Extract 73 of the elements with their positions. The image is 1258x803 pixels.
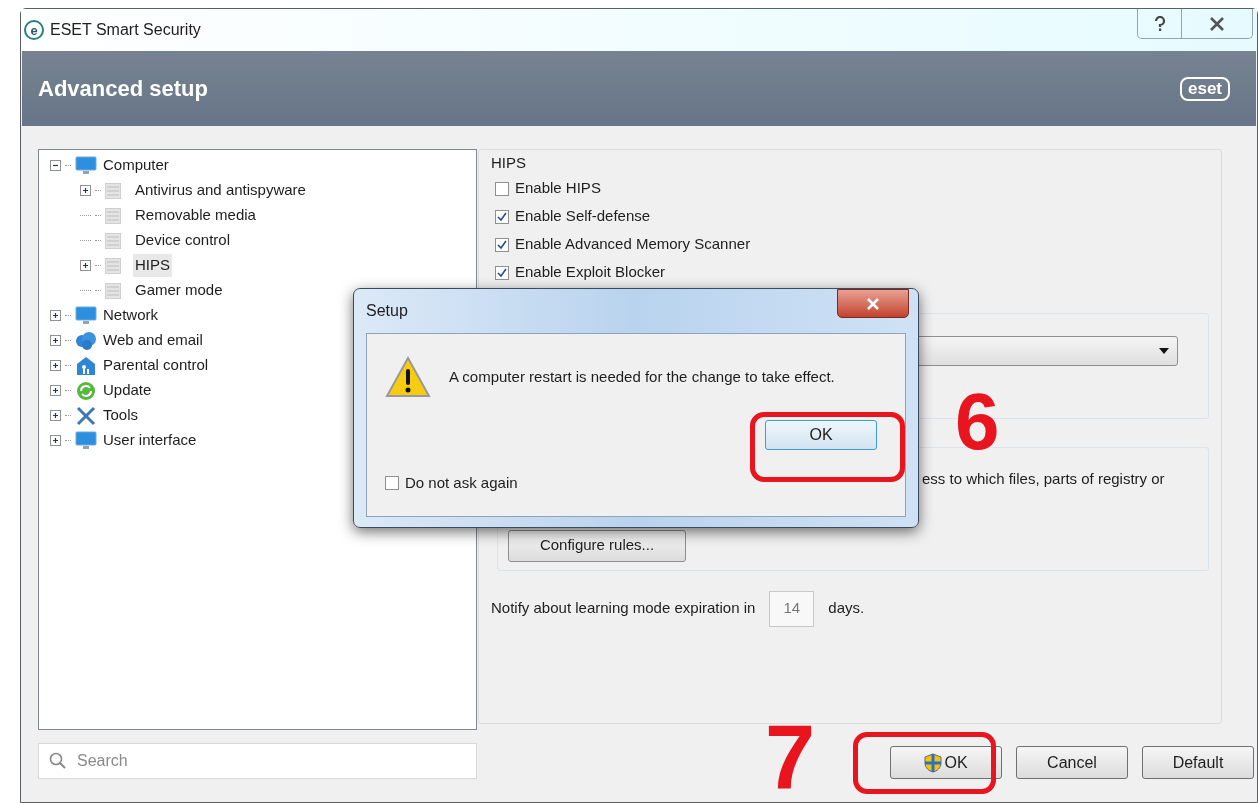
warning-icon	[385, 356, 431, 398]
refresh-icon	[75, 380, 97, 401]
list-icon	[105, 282, 121, 299]
ok-button[interactable]: OK	[890, 746, 1002, 779]
checkbox[interactable]	[495, 181, 509, 196]
list-icon	[105, 257, 121, 274]
tree-item[interactable]: Removable media	[133, 204, 258, 227]
step-number: 6	[955, 382, 1000, 462]
expand-icon[interactable]	[80, 260, 91, 271]
page-title: Advanced setup	[38, 75, 208, 103]
option-label: Enable HIPS	[515, 178, 601, 199]
group-legend: HIPS	[491, 152, 1209, 175]
default-button[interactable]: Default	[1142, 746, 1254, 779]
checkbox-label: Do not ask again	[405, 473, 518, 493]
description-text: ess to which files, parts of registry or	[922, 469, 1165, 487]
checkbox[interactable]	[495, 237, 509, 252]
search-icon	[49, 752, 67, 770]
tree-item[interactable]: Tools	[101, 404, 141, 427]
monitor-icon	[75, 155, 97, 176]
tree-item[interactable]: Antivirus and antispyware	[133, 179, 308, 202]
shield-icon	[924, 752, 943, 773]
tree-item[interactable]: User interface	[101, 429, 199, 452]
expand-icon[interactable]	[80, 185, 91, 196]
tree-item[interactable]: Gamer mode	[133, 279, 225, 302]
days-label: days.	[828, 598, 865, 619]
check-icon	[497, 239, 507, 250]
list-icon	[105, 182, 121, 199]
option-label: Enable Advanced Memory Scanner	[515, 234, 751, 255]
checkbox[interactable]	[385, 476, 399, 491]
expand-icon[interactable]	[50, 385, 61, 396]
close-button[interactable]	[837, 289, 909, 318]
monitor-icon	[75, 305, 97, 326]
house-icon	[75, 355, 97, 376]
days-field[interactable]: 14	[769, 590, 815, 627]
tree-item[interactable]: Computer	[101, 154, 171, 177]
checkbox[interactable]	[495, 265, 509, 280]
step-number: 7	[765, 712, 816, 802]
expand-icon[interactable]	[50, 360, 61, 371]
cancel-button[interactable]: Cancel	[1016, 746, 1128, 779]
expand-icon[interactable]	[50, 435, 61, 446]
check-icon	[497, 267, 507, 278]
monitor-icon	[75, 430, 97, 451]
collapse-icon[interactable]	[50, 160, 61, 171]
ok-button[interactable]: OK	[765, 420, 877, 450]
tree-item[interactable]: Web and email	[101, 329, 205, 352]
checkbox[interactable]	[495, 209, 509, 224]
window-title: ESET Smart Security	[50, 20, 201, 40]
close-icon	[1209, 16, 1225, 31]
app-logo: e	[24, 20, 44, 40]
tools-icon	[75, 405, 97, 426]
search-field[interactable]: Search	[38, 743, 477, 779]
list-icon	[105, 207, 121, 224]
list-icon	[105, 232, 121, 249]
expand-icon[interactable]	[50, 335, 61, 346]
close-icon	[866, 297, 880, 310]
option-label: Enable Self-defense	[515, 206, 651, 227]
help-icon	[1153, 15, 1166, 32]
option-label: Enable Exploit Blocker	[515, 262, 666, 283]
tree-item[interactable]: Network	[101, 304, 160, 327]
check-icon	[497, 211, 507, 222]
expand-icon[interactable]	[50, 310, 61, 321]
caret-icon	[1159, 347, 1169, 354]
dialog-title: Setup	[366, 301, 408, 321]
tree-item[interactable]: Parental control	[101, 354, 211, 377]
tree-item[interactable]: Device control	[133, 229, 233, 252]
tree-item[interactable]: HIPS	[133, 254, 172, 277]
notify-label: Notify about learning mode expiration in	[491, 598, 756, 619]
dialog-message: A computer restart is needed for the change to take effect.	[449, 366, 835, 387]
expand-icon[interactable]	[50, 410, 61, 421]
tree-item[interactable]: Update	[101, 379, 154, 402]
configure-rules-button[interactable]: Configure rules...	[508, 529, 686, 562]
brand-logo: eset	[1179, 76, 1230, 101]
cloud-icon	[75, 330, 97, 351]
